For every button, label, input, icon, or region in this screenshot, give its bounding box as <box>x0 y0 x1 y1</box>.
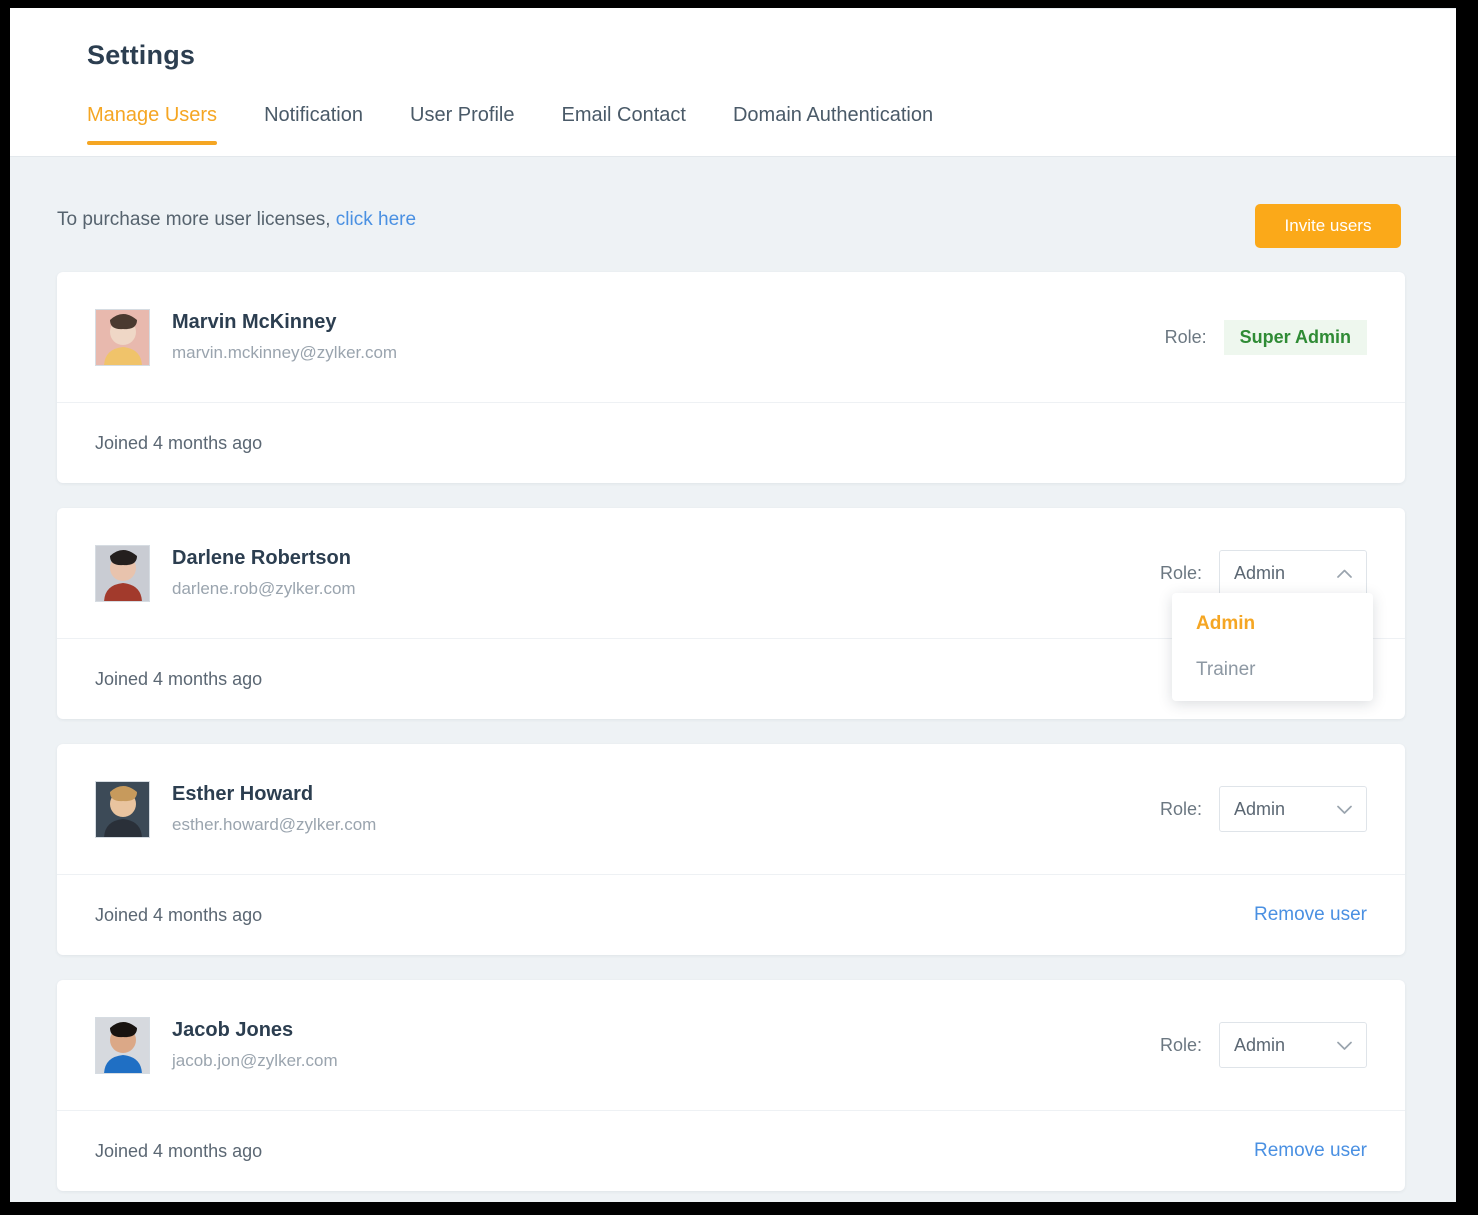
tab-email-contact[interactable]: Email Contact <box>561 104 686 145</box>
joined-text: Joined 4 months ago <box>95 905 262 926</box>
user-meta: Jacob Jones jacob.jon@zylker.com <box>172 1019 1160 1071</box>
role-select-value: Admin <box>1234 563 1337 584</box>
invite-users-button[interactable]: Invite users <box>1255 204 1401 248</box>
joined-text: Joined 4 months ago <box>95 669 262 690</box>
chevron-up-icon <box>1337 569 1352 578</box>
role-control: Role: Super Admin <box>1165 320 1367 355</box>
user-card-footer: Joined 4 months ago Remove user <box>57 875 1405 955</box>
purchase-licenses-link[interactable]: click here <box>336 209 416 230</box>
license-notice: To purchase more user licenses, click he… <box>57 209 416 231</box>
tab-domain-authentication[interactable]: Domain Authentication <box>733 104 933 145</box>
user-meta: Marvin McKinney marvin.mckinney@zylker.co… <box>172 311 1165 363</box>
avatar <box>95 1017 150 1074</box>
user-card: Esther Howard esther.howard@zylker.comRol… <box>57 744 1405 955</box>
role-label: Role: <box>1160 1035 1202 1056</box>
user-meta: Darlene Robertson darlene.rob@zylker.com <box>172 547 1160 599</box>
role-dropdown-menu: AdminTrainer <box>1172 593 1373 701</box>
joined-text: Joined 4 months ago <box>95 1141 262 1162</box>
user-meta: Esther Howard esther.howard@zylker.com <box>172 783 1160 835</box>
app-frame: Settings Manage Users Notification User Pr… <box>10 8 1456 1202</box>
avatar <box>95 781 150 838</box>
avatar <box>95 309 150 366</box>
dropdown-item-trainer[interactable]: Trainer <box>1172 647 1373 693</box>
user-name: Darlene Robertson <box>172 547 1160 570</box>
dropdown-item-admin[interactable]: Admin <box>1172 601 1373 647</box>
user-email: jacob.jon@zylker.com <box>172 1051 1160 1071</box>
user-card-footer: Joined 4 months ago Remove user <box>57 1111 1405 1191</box>
role-select-value: Admin <box>1234 799 1337 820</box>
user-card-header: Marvin McKinney marvin.mckinney@zylker.co… <box>57 272 1405 403</box>
user-card: Jacob Jones jacob.jon@zylker.comRole: Admi… <box>57 980 1405 1191</box>
user-email: marvin.mckinney@zylker.com <box>172 343 1165 363</box>
user-email: darlene.rob@zylker.com <box>172 579 1160 599</box>
chevron-down-icon <box>1337 1041 1352 1050</box>
user-card-list: Marvin McKinney marvin.mckinney@zylker.co… <box>57 272 1405 1202</box>
role-label: Role: <box>1160 799 1202 820</box>
action-bar: To purchase more user licenses, click he… <box>10 157 1456 277</box>
settings-header: Settings Manage Users Notification User Pr… <box>10 8 1456 157</box>
page-title: Settings <box>87 40 195 71</box>
user-name: Jacob Jones <box>172 1019 1160 1042</box>
remove-user-link[interactable]: Remove user <box>1254 904 1367 926</box>
tab-notification[interactable]: Notification <box>264 104 363 145</box>
role-label: Role: <box>1165 327 1207 348</box>
user-card-header: Jacob Jones jacob.jon@zylker.comRole: Admi… <box>57 980 1405 1111</box>
tab-user-profile[interactable]: User Profile <box>410 104 514 145</box>
role-control: Role: Admin <box>1160 786 1367 832</box>
license-notice-text: To purchase more user licenses, <box>57 209 331 230</box>
joined-text: Joined 4 months ago <box>95 433 262 454</box>
tab-manage-users[interactable]: Manage Users <box>87 104 217 145</box>
role-control: Role: Admin <box>1160 1022 1367 1068</box>
user-card: Marvin McKinney marvin.mckinney@zylker.co… <box>57 272 1405 483</box>
user-card-footer: Joined 4 months ago <box>57 403 1405 483</box>
header-hairline <box>980 8 1456 9</box>
role-select[interactable]: Admin <box>1219 1022 1367 1068</box>
role-badge: Super Admin <box>1224 320 1367 355</box>
avatar <box>95 545 150 602</box>
settings-tabs: Manage Users Notification User Profile Emai… <box>87 104 933 145</box>
user-name: Esther Howard <box>172 783 1160 806</box>
role-label: Role: <box>1160 563 1202 584</box>
role-select[interactable]: Admin <box>1219 550 1367 596</box>
chevron-down-icon <box>1337 805 1352 814</box>
role-control: Role: Admin <box>1160 550 1367 596</box>
user-name: Marvin McKinney <box>172 311 1165 334</box>
role-select[interactable]: Admin <box>1219 786 1367 832</box>
remove-user-link[interactable]: Remove user <box>1254 1140 1367 1162</box>
user-email: esther.howard@zylker.com <box>172 815 1160 835</box>
role-select-value: Admin <box>1234 1035 1337 1056</box>
user-card-header: Esther Howard esther.howard@zylker.comRol… <box>57 744 1405 875</box>
